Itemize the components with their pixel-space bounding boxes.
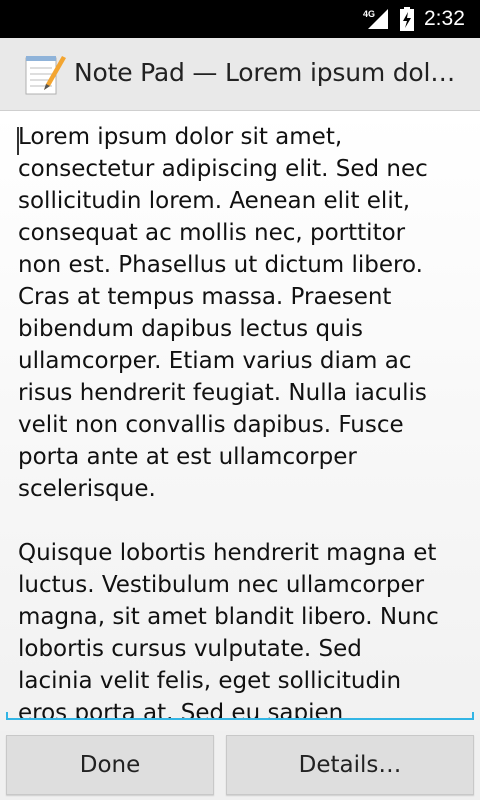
- details-button[interactable]: Details…: [226, 735, 474, 795]
- button-bar: Done Details…: [0, 731, 480, 800]
- clock: 2:32: [424, 7, 465, 30]
- text-cursor: [17, 127, 19, 155]
- paragraph-1: Lorem ipsum dolor sit amet, consectetur …: [18, 124, 428, 502]
- note-text[interactable]: Lorem ipsum dolor sit amet, consectetur …: [18, 121, 470, 718]
- notepad-icon[interactable]: [20, 50, 68, 98]
- editor-focus-underline: [6, 712, 474, 720]
- status-bar: 4G 2:32: [0, 0, 480, 38]
- signal-icon: [368, 9, 388, 29]
- action-bar: Note Pad — Lorem ipsum dolor…: [0, 38, 480, 111]
- done-button[interactable]: Done: [6, 735, 214, 795]
- paragraph-2: Quisque lobortis hendrerit magna et luct…: [18, 540, 439, 718]
- battery-charging-icon: [400, 7, 414, 31]
- note-editor[interactable]: Lorem ipsum dolor sit amet, consectetur …: [0, 111, 480, 731]
- page-title: Note Pad — Lorem ipsum dolor…: [74, 58, 466, 87]
